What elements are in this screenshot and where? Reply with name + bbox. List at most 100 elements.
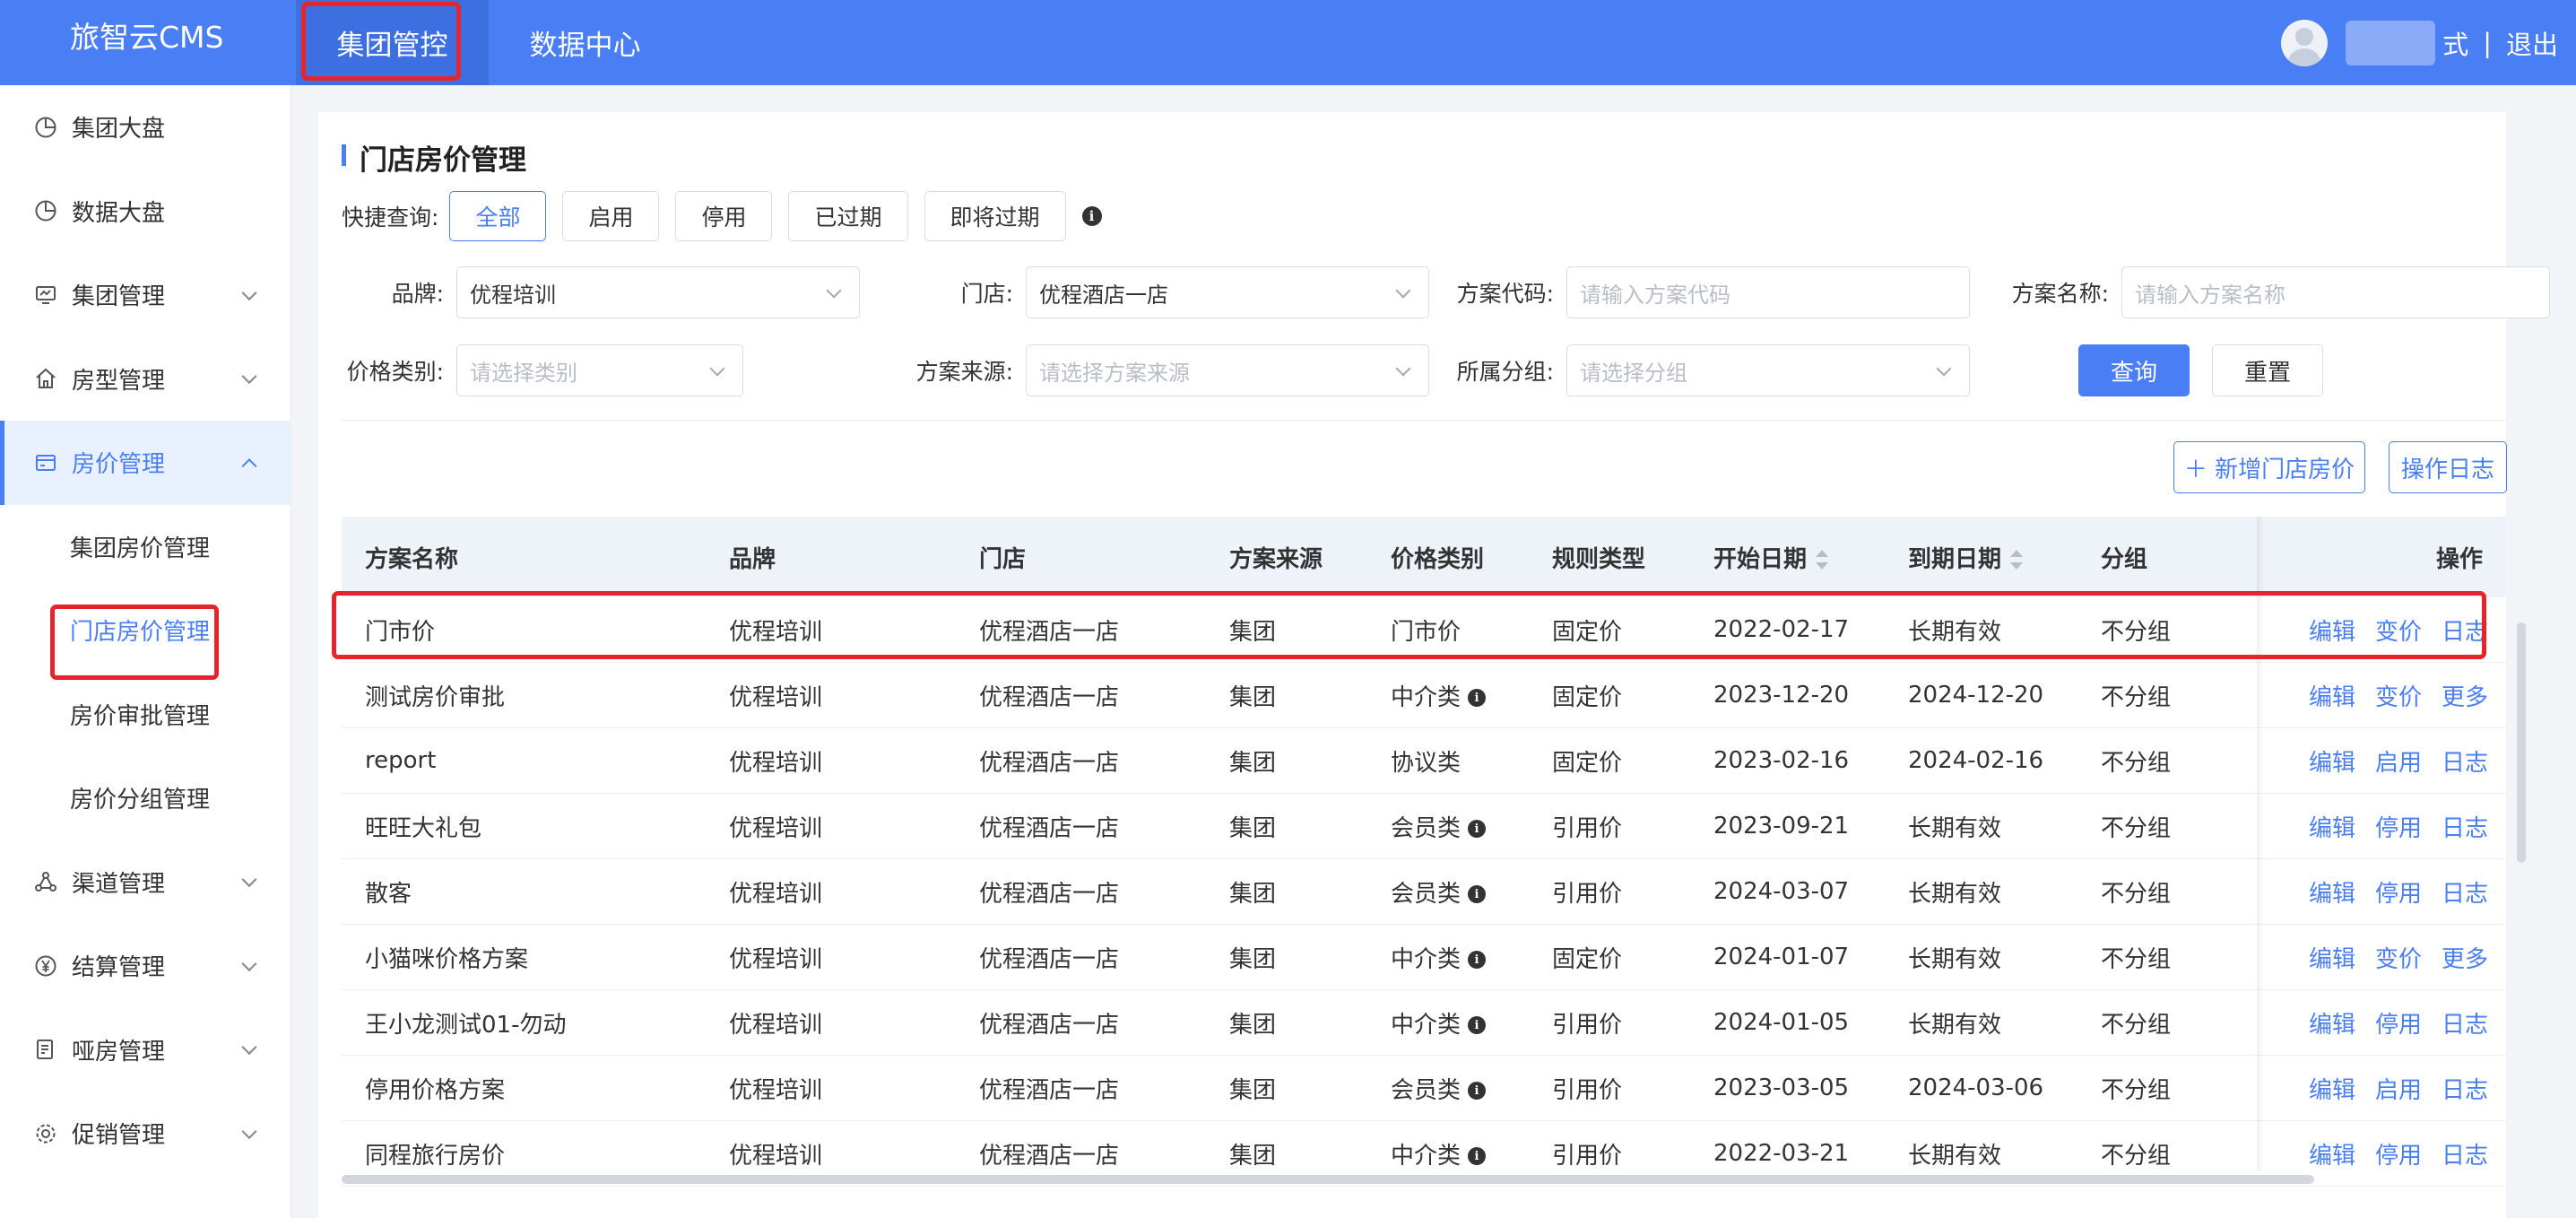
info-icon[interactable]: i bbox=[1468, 951, 1487, 969]
chevron-down-icon bbox=[1395, 361, 1411, 377]
sidebar-item-data-dashboard[interactable]: 数据大盘 bbox=[0, 170, 291, 254]
sidebar-item-settlement[interactable]: 结算管理 bbox=[0, 924, 291, 1008]
cell-end-date: 长期有效 bbox=[1908, 814, 2002, 842]
edit-link[interactable]: 编辑 bbox=[2309, 744, 2355, 778]
log-link[interactable]: 日志 bbox=[2442, 810, 2488, 843]
info-icon[interactable]: i bbox=[1468, 885, 1487, 903]
code-input[interactable]: 请输入方案代码 bbox=[1566, 266, 1970, 318]
quick-filter-expired[interactable]: 已过期 bbox=[788, 191, 908, 241]
sidebar-item-label: 集团大盘 bbox=[72, 116, 166, 144]
sidebar-item-promotion[interactable]: 促销管理 bbox=[0, 1092, 291, 1176]
brand-select[interactable]: 优程培训 bbox=[456, 266, 860, 318]
info-icon[interactable]: i bbox=[1468, 689, 1487, 707]
log-link[interactable]: 日志 bbox=[2442, 1072, 2488, 1105]
source-select[interactable]: 请选择方案来源 bbox=[1026, 344, 1429, 396]
table-row[interactable]: 测试房价审批 优程培训 优程酒店一店 集团 中介类 i 固定价 2023-12-20 2024-… bbox=[342, 663, 2506, 728]
col-header-end-date[interactable]: 到期日期 bbox=[1908, 541, 2024, 574]
log-link[interactable]: 日志 bbox=[2442, 875, 2488, 909]
source-placeholder: 请选择方案来源 bbox=[1039, 360, 1190, 386]
sidebar-item-room-type[interactable]: 房型管理 bbox=[0, 337, 291, 422]
vertical-scrollbar[interactable] bbox=[2517, 622, 2526, 863]
table-row[interactable]: 停用价格方案 优程培训 优程酒店一店 集团 会员类 i 引用价 2023-03-05 2024-… bbox=[342, 1056, 2506, 1121]
log-link[interactable]: 日志 bbox=[2442, 1006, 2488, 1040]
store-select[interactable]: 优程酒店一店 bbox=[1026, 266, 1429, 318]
operation-log-button[interactable]: 操作日志 bbox=[2389, 441, 2507, 493]
more-link[interactable]: 更多 bbox=[2442, 941, 2488, 974]
cell-source: 集团 bbox=[1229, 1142, 1277, 1170]
sidebar-subitem-price-approval[interactable]: 房价审批管理 bbox=[0, 673, 291, 757]
app-logo[interactable]: 旅智云CMS bbox=[70, 18, 223, 57]
edit-link[interactable]: 编辑 bbox=[2309, 810, 2355, 843]
quick-filter-enabled[interactable]: 启用 bbox=[562, 191, 660, 241]
edit-link[interactable]: 编辑 bbox=[2309, 941, 2355, 974]
cell-price-type-label: 中介类 bbox=[1391, 1142, 1461, 1170]
quick-filter-disabled[interactable]: 停用 bbox=[675, 191, 773, 241]
search-button[interactable]: 查询 bbox=[2078, 344, 2190, 396]
cell-source: 集团 bbox=[1229, 1076, 1277, 1104]
edit-link[interactable]: 编辑 bbox=[2309, 1072, 2355, 1105]
sidebar-item-group-dashboard[interactable]: 集团大盘 bbox=[0, 85, 291, 170]
disable-link[interactable]: 停用 bbox=[2375, 875, 2422, 909]
info-icon[interactable]: i bbox=[1468, 1082, 1487, 1100]
cell-rule-type: 引用价 bbox=[1552, 814, 1623, 842]
info-icon[interactable]: i bbox=[1468, 820, 1487, 838]
sidebar-item-room-price[interactable]: 房价管理 bbox=[0, 421, 291, 505]
log-link[interactable]: 日志 bbox=[2442, 744, 2488, 778]
enable-link[interactable]: 启用 bbox=[2375, 1072, 2422, 1105]
topnav-data-center[interactable]: 数据中心 bbox=[489, 0, 681, 85]
col-header-start-date-label: 开始日期 bbox=[1713, 545, 1808, 573]
code-label: 方案代码: bbox=[1456, 281, 1554, 307]
sidebar-subitem-group-price[interactable]: 集团房价管理 bbox=[0, 505, 291, 589]
sidebar-item-channel[interactable]: 渠道管理 bbox=[0, 840, 291, 925]
quick-filter-all[interactable]: 全部 bbox=[449, 191, 547, 241]
table-row[interactable]: 散客 优程培训 优程酒店一店 集团 会员类 i 引用价 2024-03-07 长期有效 不分组 编辑… bbox=[342, 859, 2506, 925]
cell-start-date: 2023-12-20 bbox=[1713, 682, 1850, 709]
gear-icon bbox=[32, 1120, 59, 1147]
col-header-start-date[interactable]: 开始日期 bbox=[1713, 541, 1829, 574]
sidebar-item-label: 房价管理 bbox=[72, 451, 166, 479]
cell-end-date: 长期有效 bbox=[1908, 880, 2002, 908]
info-icon[interactable]: i bbox=[1468, 1147, 1487, 1165]
price-type-select[interactable]: 请选择类别 bbox=[456, 344, 743, 396]
col-header-source: 方案来源 bbox=[1229, 545, 1323, 573]
table-row[interactable]: report 优程培训 优程酒店一店 集团 协议类 固定价 2023-02-16 2024-0… bbox=[342, 728, 2506, 794]
sort-icon[interactable] bbox=[1816, 550, 1829, 570]
table-row[interactable]: 小猫咪价格方案 优程培训 优程酒店一店 集团 中介类 i 固定价 2024-01-07 长期有效… bbox=[342, 925, 2506, 990]
group-select[interactable]: 请选择分组 bbox=[1566, 344, 1970, 396]
username-suffix: 式 bbox=[2442, 29, 2469, 60]
logout-link[interactable]: 退出 bbox=[2506, 24, 2558, 62]
sidebar-item-dummy-room[interactable]: 哑房管理 bbox=[0, 1008, 291, 1092]
info-icon[interactable]: i bbox=[1468, 1016, 1487, 1034]
reset-button[interactable]: 重置 bbox=[2212, 344, 2323, 396]
sidebar-item-label: 结算管理 bbox=[72, 954, 166, 982]
edit-link[interactable]: 编辑 bbox=[2309, 679, 2355, 712]
sidebar-item-group-management[interactable]: 集团管理 bbox=[0, 253, 291, 337]
sort-icon[interactable] bbox=[2010, 550, 2024, 570]
edit-link[interactable]: 编辑 bbox=[2309, 1006, 2355, 1040]
brand-value: 优程培训 bbox=[470, 282, 556, 308]
cell-store: 优程酒店一店 bbox=[979, 945, 1120, 973]
edit-link[interactable]: 编辑 bbox=[2309, 875, 2355, 909]
disable-link[interactable]: 停用 bbox=[2375, 1137, 2422, 1170]
enable-link[interactable]: 启用 bbox=[2375, 744, 2422, 778]
horizontal-scrollbar[interactable] bbox=[342, 1175, 2314, 1184]
disable-link[interactable]: 停用 bbox=[2375, 810, 2422, 843]
change-price-link[interactable]: 变价 bbox=[2375, 941, 2422, 974]
filter-row-2: 价格类别: 请选择类别 方案来源: 请选择方案来源 所属分组: 请选择分组 bbox=[318, 344, 1970, 396]
name-input[interactable]: 请输入方案名称 bbox=[2121, 266, 2550, 318]
table-row[interactable]: 王小龙测试01-勿动 优程培训 优程酒店一店 集团 中介类 i 引用价 2024-01-05 长… bbox=[342, 990, 2506, 1056]
cell-end-date: 2024-12-20 bbox=[1908, 682, 2044, 709]
quick-filter-expiring[interactable]: 即将过期 bbox=[924, 191, 1066, 241]
source-label: 方案来源: bbox=[915, 359, 1013, 385]
log-link[interactable]: 日志 bbox=[2442, 1137, 2488, 1170]
disable-link[interactable]: 停用 bbox=[2375, 1006, 2422, 1040]
avatar[interactable] bbox=[2281, 19, 2329, 66]
edit-link[interactable]: 编辑 bbox=[2309, 1137, 2355, 1170]
sidebar-subitem-price-group[interactable]: 房价分组管理 bbox=[0, 756, 291, 840]
more-link[interactable]: 更多 bbox=[2442, 679, 2488, 712]
table-row[interactable]: 旺旺大礼包 优程培训 优程酒店一店 集团 会员类 i 引用价 2023-09-21 长期有效 不分… bbox=[342, 794, 2506, 859]
col-header-name: 方案名称 bbox=[365, 545, 459, 573]
info-icon[interactable]: i bbox=[1081, 206, 1102, 226]
change-price-link[interactable]: 变价 bbox=[2375, 679, 2422, 712]
add-store-price-button[interactable]: ＋ 新增门店房价 bbox=[2173, 441, 2365, 493]
